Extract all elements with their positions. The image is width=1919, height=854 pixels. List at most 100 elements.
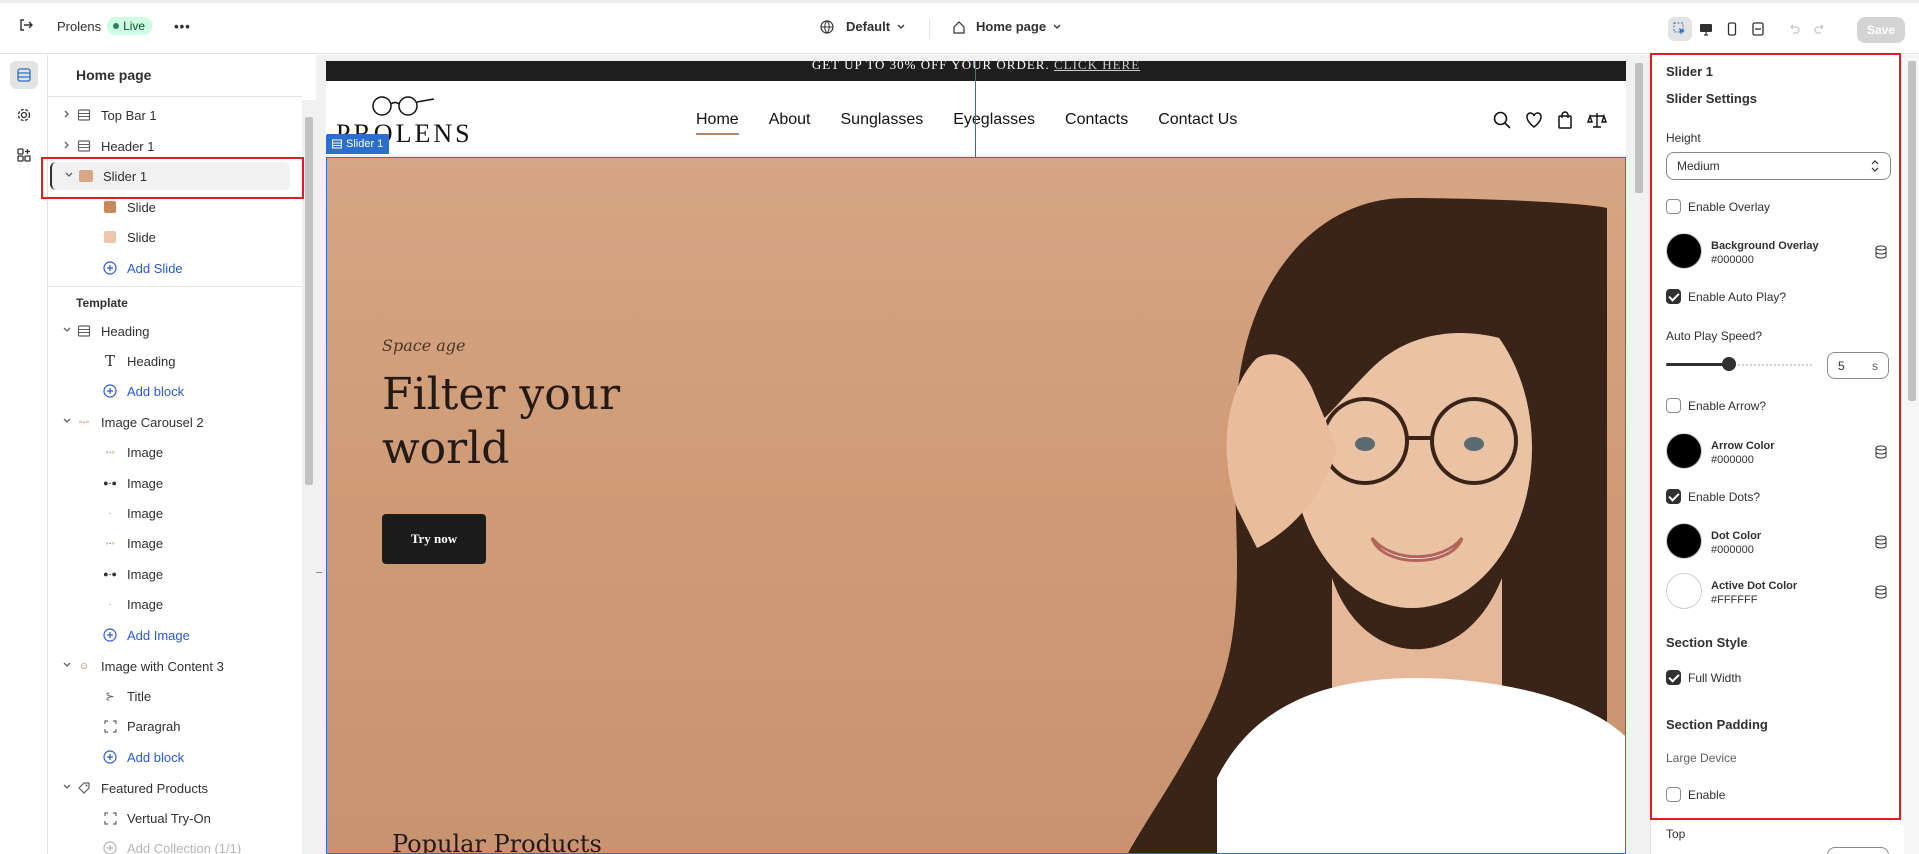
nav-contact-us[interactable]: Contact Us — [1158, 111, 1237, 135]
hero-slider[interactable]: Space age Filter your world Try now Popu… — [326, 157, 1626, 854]
left-rail — [0, 55, 48, 854]
autoplay-speed-label: Auto Play Speed? — [1666, 329, 1763, 343]
tree-item-top-bar[interactable]: Top Bar 1 — [48, 101, 302, 129]
fullscreen-view-button[interactable] — [1746, 17, 1770, 41]
desktop-view-button[interactable] — [1694, 17, 1718, 41]
tree-item-featured-products[interactable]: Featured Products — [48, 774, 302, 802]
inspector-toggle[interactable] — [1668, 17, 1692, 41]
bag-icon[interactable] — [1557, 111, 1573, 129]
exit-button[interactable] — [18, 17, 34, 33]
page-selector[interactable]: Home page — [952, 19, 1062, 34]
tree-item-image-with-content[interactable]: ☺ Image with Content 3 — [48, 652, 302, 680]
dot-color-value: #000000 — [1711, 544, 1754, 556]
enable-overlay-checkbox[interactable] — [1666, 199, 1681, 214]
tree-item-heading-block[interactable]: T Heading — [48, 347, 302, 375]
tree-item-image[interactable]: ◦-◦ Image — [48, 438, 302, 466]
redo-icon — [1814, 24, 1824, 34]
tree-item-image-carousel[interactable]: ◦-◦ Image Carousel 2 — [48, 408, 302, 436]
dot-color-swatch[interactable] — [1666, 523, 1702, 559]
top-padding-input[interactable] — [1827, 847, 1889, 854]
compare-icon[interactable] — [1587, 111, 1607, 129]
dynamic-source-icon[interactable] — [1875, 445, 1887, 459]
full-width-checkbox[interactable] — [1666, 670, 1681, 685]
nav-about[interactable]: About — [769, 111, 811, 135]
heart-icon[interactable] — [1525, 111, 1543, 129]
active-dot-color-swatch[interactable] — [1666, 573, 1702, 609]
chevron-right-icon — [64, 110, 69, 118]
mobile-view-button[interactable] — [1720, 17, 1744, 41]
nav-sunglasses[interactable]: Sunglasses — [841, 111, 924, 135]
sections-rail-button[interactable] — [10, 61, 38, 89]
undo-button[interactable] — [1782, 17, 1806, 41]
active-dot-color-label: Active Dot Color — [1711, 580, 1798, 592]
tree-item-image[interactable]: ◦-◦ Image — [48, 529, 302, 557]
add-block-button[interactable]: Add block — [48, 377, 302, 405]
theme-selector[interactable]: Default — [820, 19, 906, 34]
more-options-icon[interactable]: ••• — [174, 19, 191, 34]
tree-item-title[interactable]: ⊱ Title — [48, 682, 302, 710]
tree-item-slider[interactable]: Slider 1 — [50, 162, 290, 190]
sections-icon — [17, 68, 31, 82]
frame-icon — [102, 718, 118, 734]
enable-autoplay-checkbox[interactable] — [1666, 289, 1681, 304]
padding-enable-checkbox[interactable] — [1666, 787, 1681, 802]
promo-link[interactable]: CLICK HERE — [1054, 61, 1140, 72]
nav-eyeglasses[interactable]: Eyeglasses — [953, 111, 1035, 135]
next-section-heading: Popular Products — [392, 830, 602, 854]
logo-glasses-icon — [372, 96, 435, 116]
enable-dots-checkbox[interactable] — [1666, 489, 1681, 504]
tree-scrollbar[interactable] — [302, 100, 316, 854]
select-arrows-icon — [1871, 160, 1879, 172]
redo-button[interactable] — [1808, 17, 1832, 41]
autoplay-speed-handle[interactable] — [1722, 357, 1736, 371]
enable-arrow-checkbox[interactable] — [1666, 398, 1681, 413]
autoplay-speed-input[interactable]: 5 s — [1827, 352, 1889, 379]
tree-item-vertual-try-on[interactable]: Vertual Try-On — [48, 804, 302, 832]
add-slide-button[interactable]: Add Slide — [48, 254, 302, 282]
slider-settings-heading: Slider Settings — [1666, 91, 1758, 106]
dynamic-source-icon[interactable] — [1875, 535, 1887, 549]
add-block-button[interactable]: Add block — [48, 743, 302, 771]
nav-home[interactable]: Home — [696, 111, 739, 135]
save-button[interactable]: Save — [1857, 17, 1905, 43]
arrow-color-value: #000000 — [1711, 454, 1754, 466]
chevron-down-icon — [65, 172, 73, 177]
theme-settings-rail-button[interactable] — [10, 101, 38, 129]
settings-scrollbar[interactable] — [1904, 55, 1919, 854]
search-icon[interactable] — [1493, 111, 1511, 129]
slide-thumbnail-icon — [102, 229, 118, 245]
tree-item-image[interactable]: · Image — [48, 499, 302, 527]
tree-item-heading-section[interactable]: Heading — [48, 317, 302, 345]
arrow-color-swatch[interactable] — [1666, 433, 1702, 469]
plus-circle-icon — [102, 627, 118, 643]
glasses-thumbnail-icon: ◦-◦ — [78, 416, 90, 428]
apps-icon — [17, 148, 31, 162]
nav-contacts[interactable]: Contacts — [1065, 111, 1128, 135]
dynamic-source-icon[interactable] — [1875, 585, 1887, 599]
add-image-button[interactable]: Add Image — [48, 621, 302, 649]
background-overlay-swatch[interactable] — [1666, 233, 1702, 269]
background-overlay-value: #000000 — [1711, 254, 1754, 266]
desktop-icon — [1700, 24, 1712, 36]
tree-item-header[interactable]: Header 1 — [48, 132, 302, 160]
tree-item-paragraph[interactable]: Paragrah — [48, 712, 302, 740]
tree-item-slide[interactable]: Slide — [48, 193, 302, 221]
tree-item-slide[interactable]: Slide — [48, 223, 302, 251]
glasses-thumbnail-icon: ●-● — [103, 478, 117, 488]
mobile-icon — [1727, 22, 1737, 36]
tree-item-image[interactable]: ●-● Image — [48, 469, 302, 497]
top-padding-label: Top — [1666, 827, 1686, 841]
alignment-guide — [975, 61, 976, 157]
height-select[interactable]: Medium — [1666, 152, 1891, 180]
tree-item-image[interactable]: ●-● Image — [48, 560, 302, 588]
promo-bar: GET UP TO 30% OFF YOUR ORDER. CLICK HERE — [326, 61, 1626, 81]
apps-rail-button[interactable] — [10, 141, 38, 169]
section-icon — [76, 107, 92, 123]
hero-cta-button[interactable]: Try now — [382, 514, 486, 564]
dynamic-source-icon[interactable] — [1875, 245, 1887, 259]
tree-item-image[interactable]: · Image — [48, 590, 302, 618]
add-collection-button[interactable]: Add Collection (1/1) — [48, 834, 302, 854]
canvas-scrollbar[interactable] — [1628, 55, 1650, 854]
site-nav: Home About Sunglasses Eyeglasses Contact… — [696, 111, 1237, 135]
chevron-right-icon — [64, 141, 69, 149]
